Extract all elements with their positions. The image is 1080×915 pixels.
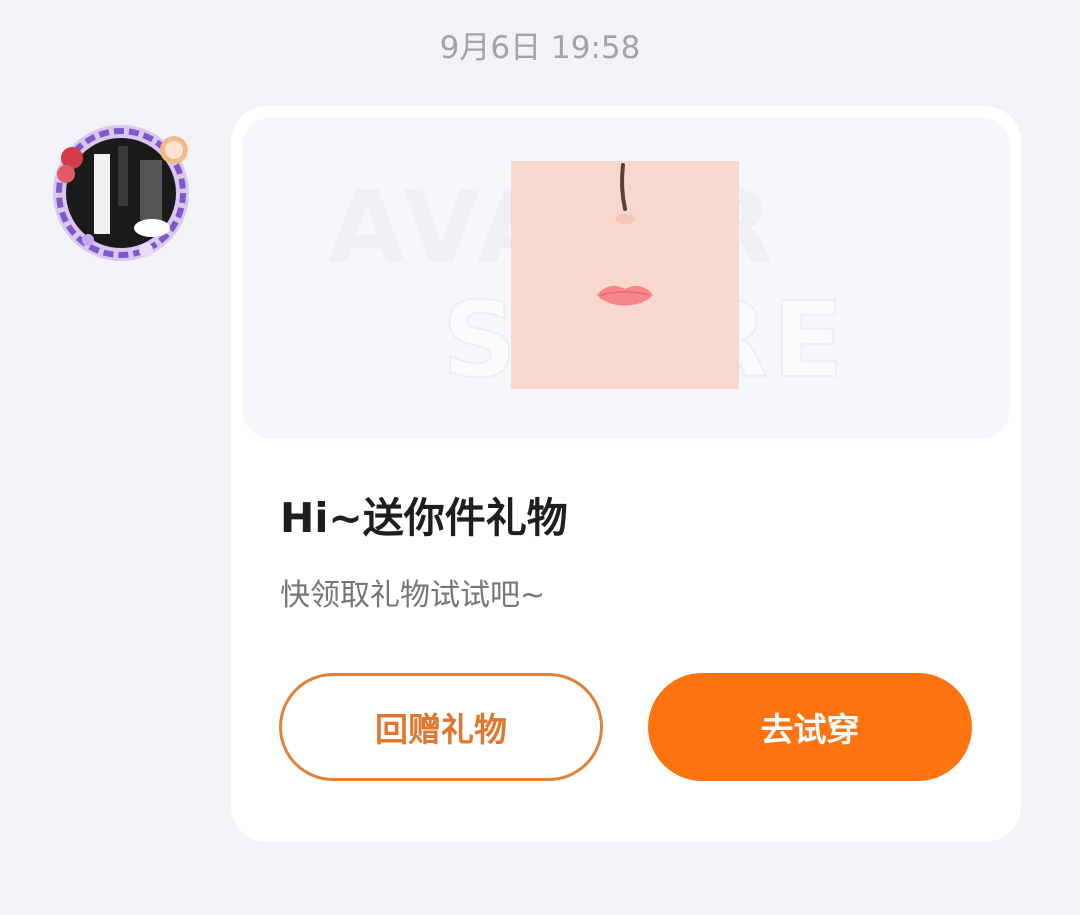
avatar-image — [53, 125, 189, 261]
message-timestamp: 9月6日 19:58 — [439, 30, 641, 66]
gift-subtitle: 快领取礼物试试吧~ — [280, 578, 546, 613]
gift-banner: AVATAR STORE — [242, 117, 1010, 439]
return-gift-button[interactable]: 回赠礼物 — [279, 673, 603, 781]
gift-card[interactable]: AVATAR STORE Hi~送你件礼物 快领取礼物试试吧~ 回赠礼物 去试穿 — [231, 106, 1021, 842]
gift-item-image — [511, 161, 739, 389]
sender-avatar[interactable] — [48, 120, 194, 266]
try-on-button[interactable]: 去试穿 — [648, 673, 972, 781]
face-makeup-icon — [511, 161, 739, 389]
gift-title: Hi~送你件礼物 — [280, 494, 568, 542]
